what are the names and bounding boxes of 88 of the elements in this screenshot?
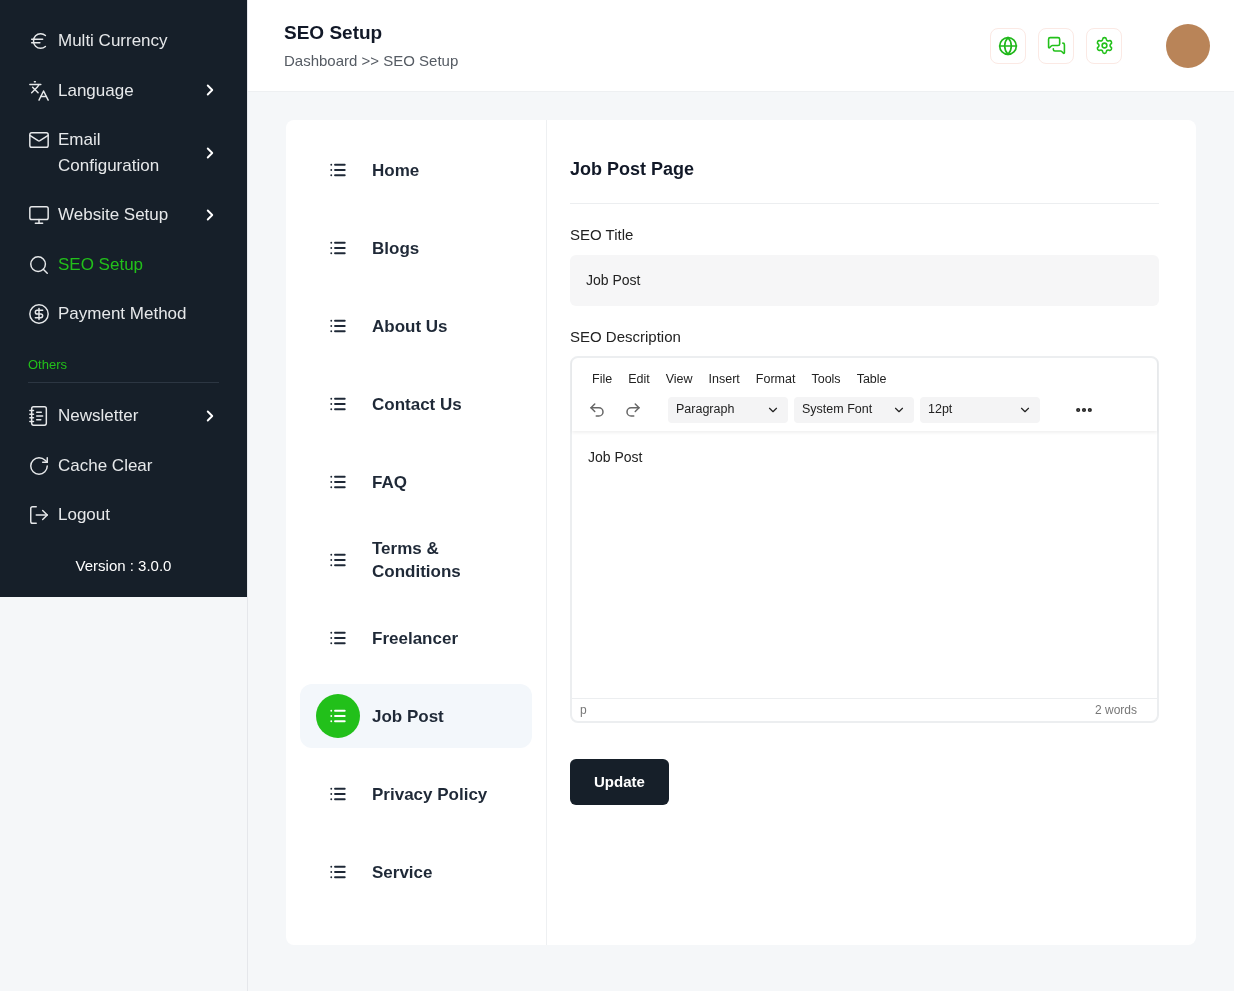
page-tab-label: Terms & Conditions [372,538,462,583]
field-label: SEO Title [570,225,635,245]
notepad-icon [28,405,50,427]
sidebar-item[interactable]: Logout [0,490,247,540]
list-icon [329,395,347,413]
globe-icon [998,35,1018,56]
editor-menu-item[interactable]: Format [755,370,796,389]
rich-text-editor[interactable]: File Edit View Insert Format Tools Table Paragraph System Font 12pt Job Post p 2 words [570,356,1159,723]
undo-icon[interactable] [588,400,606,419]
page-tab-label: Job Post [372,705,444,728]
envelope-icon [28,129,50,151]
block-format-dropdown[interactable]: Paragraph [668,396,788,423]
font-size-dropdown[interactable]: 12pt [920,396,1040,423]
form-heading: Job Post Page [570,156,1159,204]
version-text: Version : 3.0.0 [74,555,173,576]
page-tab[interactable]: FAQ [300,450,532,514]
page-tab-label: Freelancer [372,627,458,650]
page-tab[interactable]: Contact Us [300,372,532,436]
page-tab[interactable]: Privacy Policy [300,762,532,826]
editor-menu-item[interactable]: Edit [628,370,650,389]
page-tab-label: Blogs [372,237,420,260]
page-tab-label: Service [372,861,433,884]
sidebar-item-label: Logout [58,504,110,526]
page-tab[interactable]: Terms & Conditions [300,528,532,592]
list-icon [329,629,347,647]
sidebar-item[interactable]: SEO Setup [0,239,247,289]
dollar-coin-icon [28,303,50,325]
page-tab-label: About Us [372,315,448,338]
avatar[interactable] [1166,23,1210,68]
seo-title-field[interactable]: Job Post [570,254,1159,306]
page-tab[interactable]: Job Post [300,684,532,748]
globe-button[interactable] [990,27,1026,64]
editor-menu-item[interactable]: Table [856,370,887,389]
word-count: 2 words [1094,702,1137,719]
settings-button[interactable] [1086,27,1122,64]
sidebar-item[interactable]: Website Setup [0,190,247,240]
editor-content[interactable]: Job Post [572,430,1157,698]
sidebar-item-label: Newsletter [58,405,139,427]
list-icon [329,707,347,725]
sidebar-item[interactable]: Multi Currency [0,16,247,66]
redo-icon[interactable] [624,400,642,419]
editor-menu-item[interactable]: File [592,370,613,389]
list-icon [329,785,347,803]
sidebar-item[interactable]: Email Configuration [0,115,247,190]
sidebar-item-label: Multi Currency [58,30,168,52]
update-button[interactable]: Update [570,759,669,805]
page-tab[interactable]: Blogs [300,216,532,280]
translate-icon [28,79,50,102]
sidebar-item-label: SEO Setup [58,253,144,276]
sidebar-item-label: Cache Clear [58,454,153,477]
sidebar-item[interactable]: Language [0,65,247,115]
logout-icon [28,504,50,526]
sidebar-item[interactable]: Cache Clear [0,440,247,490]
sidebar-item-label: Language [58,79,134,102]
breadcrumb: Dashboard >> SEO Setup [284,50,459,71]
editor-menu-item[interactable]: Tools [811,370,841,389]
page-tab-label: Contact Us [372,393,462,416]
section-label: Others [28,354,219,383]
sidebar-item[interactable]: Newsletter [0,391,247,441]
font-dropdown[interactable]: System Font [794,396,914,423]
settings-icon [1094,36,1114,55]
sidebar-item-label: Payment Method [58,303,187,325]
sidebar-item-label: Email Configuration [58,129,161,177]
page-tab[interactable]: About Us [300,294,532,358]
field-label: SEO Description [570,326,682,347]
search-icon [28,253,50,276]
page-title: SEO Setup [284,21,384,45]
editor-menu-item[interactable]: Insert [708,370,740,389]
page-tab-label: FAQ [372,471,407,494]
list-icon [329,317,347,335]
sidebar-item-label: Website Setup [58,204,169,226]
sidebar-item[interactable]: Payment Method [0,289,247,339]
page-tab-label: Privacy Policy [372,783,488,806]
element-path: p [580,702,587,719]
list-icon [329,239,347,257]
page-tab-label: Home [372,159,420,182]
page-tab[interactable]: Home [300,138,532,202]
page-tab[interactable]: Service [300,840,532,904]
list-icon [329,473,347,491]
chat-bubbles-icon [1046,36,1066,55]
monitor-icon [28,204,50,226]
page-tab[interactable]: Freelancer [300,606,532,670]
editor-menu-item[interactable]: View [665,370,693,389]
chat-button[interactable] [1038,27,1074,64]
list-icon [329,863,347,881]
list-icon [329,551,347,569]
refresh-icon [28,454,50,477]
list-icon [329,161,347,179]
